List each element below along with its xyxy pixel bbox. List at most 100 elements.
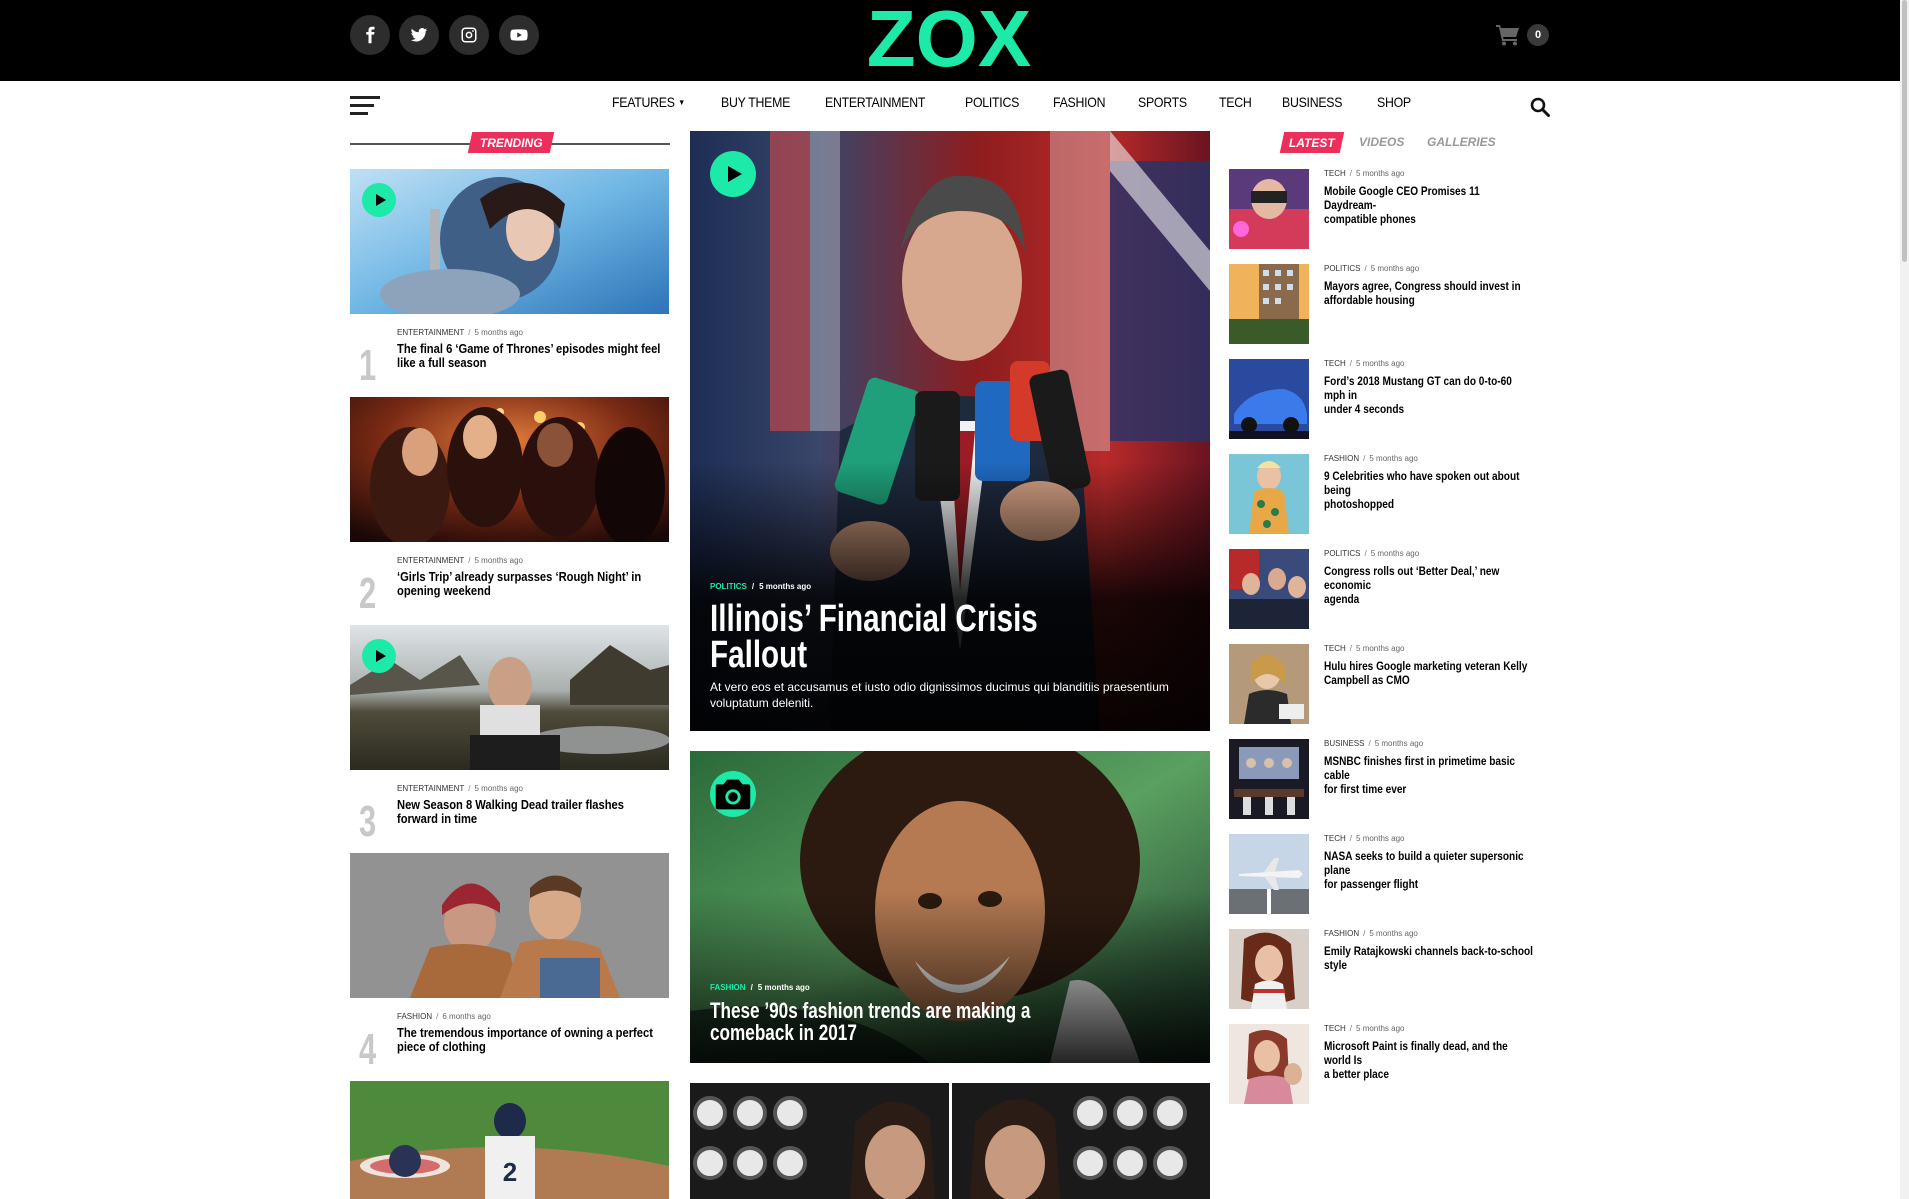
twitter-icon[interactable] xyxy=(399,15,439,55)
latest-meta: TECH/5 months ago xyxy=(1324,834,1405,843)
nav-buy-theme[interactable]: BUY THEME xyxy=(721,94,790,110)
latest-title[interactable]: Hulu hires Google marketing veteran Kell… xyxy=(1324,659,1534,687)
tab-galleries[interactable]: GALLERIES xyxy=(1427,135,1496,149)
nav-sports[interactable]: SPORTS xyxy=(1138,94,1187,110)
instagram-icon[interactable] xyxy=(449,15,489,55)
youtube-icon[interactable] xyxy=(499,15,539,55)
latest-title[interactable]: Congress rolls out ‘Better Deal,’ new ec… xyxy=(1324,564,1534,606)
timestamp: 6 months ago xyxy=(442,1012,491,1021)
latest-thumbnail[interactable] xyxy=(1229,454,1309,534)
feature-meta: FASHION/5 months ago xyxy=(710,983,810,992)
nav-tech[interactable]: TECH xyxy=(1219,94,1252,110)
trending-image-5[interactable]: 2 xyxy=(350,1081,669,1199)
featured-story-third[interactable] xyxy=(690,1083,1210,1199)
latest-thumbnail[interactable] xyxy=(1229,264,1309,344)
facebook-icon[interactable] xyxy=(350,15,390,55)
trending-meta: ENTERTAINMENT/5 months ago xyxy=(397,556,523,565)
latest-thumbnail[interactable] xyxy=(1229,739,1309,819)
nav-entertainment[interactable]: ENTERTAINMENT xyxy=(825,94,925,110)
trending-image-1[interactable] xyxy=(350,169,669,314)
feature-title[interactable]: Illinois’ Financial Crisis Fallout xyxy=(710,600,1194,674)
trending-title[interactable]: The final 6 ‘Game of Thrones’ episodes m… xyxy=(397,342,664,370)
timestamp: 5 months ago xyxy=(1356,644,1405,653)
latest-thumbnail[interactable] xyxy=(1229,359,1309,439)
trending-title[interactable]: ‘Girls Trip’ already surpasses ‘Rough Ni… xyxy=(397,570,664,598)
latest-title[interactable]: NASA seeks to build a quieter supersonic… xyxy=(1324,849,1534,891)
site-logo[interactable]: ZOX xyxy=(856,0,1042,78)
timestamp: 5 months ago xyxy=(757,983,810,992)
cart-icon[interactable] xyxy=(1496,24,1520,46)
latest-title[interactable]: Emily Ratajkowski channels back-to-schoo… xyxy=(1324,944,1534,972)
timestamp: 5 months ago xyxy=(1369,929,1418,938)
menu-hamburger-icon[interactable] xyxy=(350,96,380,116)
latest-thumbnail[interactable] xyxy=(1229,834,1309,914)
timestamp: 5 months ago xyxy=(474,784,523,793)
category-label[interactable]: FASHION xyxy=(710,983,746,992)
tab-videos[interactable]: VIDEOS xyxy=(1359,135,1404,149)
trending-image-4[interactable] xyxy=(350,853,669,998)
latest-title[interactable]: 9 Celebrities who have spoken out about … xyxy=(1324,469,1534,511)
category-label[interactable]: TECH xyxy=(1324,1024,1346,1033)
latest-thumbnail[interactable] xyxy=(1229,644,1309,724)
video-play-icon[interactable] xyxy=(362,639,396,673)
latest-meta: BUSINESS/5 months ago xyxy=(1324,739,1424,748)
nav-shop[interactable]: SHOP xyxy=(1377,94,1411,110)
video-play-icon[interactable] xyxy=(710,151,756,197)
category-label[interactable]: TECH xyxy=(1324,169,1346,178)
timestamp: 5 months ago xyxy=(1370,264,1420,273)
latest-title[interactable]: MSNBC finishes first in primetime basic … xyxy=(1324,754,1534,796)
category-label[interactable]: FASHION xyxy=(1324,454,1359,463)
nav-features[interactable]: FEATURES ▼ xyxy=(612,94,685,110)
trending-meta: FASHION/6 months ago xyxy=(397,1012,491,1021)
tab-latest[interactable]: LATEST xyxy=(1279,132,1345,153)
timestamp: 5 months ago xyxy=(1356,169,1405,178)
timestamp: 5 months ago xyxy=(759,582,812,591)
latest-title[interactable]: Mobile Google CEO Promises 11 Daydream-c… xyxy=(1324,184,1534,226)
category-label[interactable]: FASHION xyxy=(1324,929,1359,938)
timestamp: 5 months ago xyxy=(1369,454,1418,463)
category-label[interactable]: POLITICS xyxy=(710,582,747,591)
latest-title[interactable]: Mayors agree, Congress should invest in a… xyxy=(1324,279,1534,307)
category-label[interactable]: TECH xyxy=(1324,359,1346,368)
category-label[interactable]: ENTERTAINMENT xyxy=(397,328,464,337)
trending-title[interactable]: The tremendous importance of owning a pe… xyxy=(397,1026,664,1054)
search-icon[interactable] xyxy=(1530,97,1550,117)
latest-meta: TECH/5 months ago xyxy=(1324,169,1405,178)
trending-number: 4 xyxy=(359,1025,377,1074)
latest-meta: FASHION/5 months ago xyxy=(1324,929,1418,938)
main-nav: FEATURES ▼ BUY THEME ENTERTAINMENT POLITI… xyxy=(612,94,1441,110)
video-play-icon[interactable] xyxy=(362,183,396,217)
timestamp: 5 months ago xyxy=(1356,834,1405,843)
nav-politics[interactable]: POLITICS xyxy=(965,94,1019,110)
featured-story-main[interactable]: POLITICS/5 months ago Illinois’ Financia… xyxy=(690,131,1210,731)
latest-title[interactable]: Microsoft Paint is finally dead, and the… xyxy=(1324,1039,1534,1081)
timestamp: 5 months ago xyxy=(474,556,523,565)
latest-thumbnail[interactable] xyxy=(1229,929,1309,1009)
latest-thumbnail[interactable] xyxy=(1229,549,1309,629)
latest-thumbnail[interactable] xyxy=(1229,1024,1309,1104)
feature-title[interactable]: These ’90s fashion trends are making a c… xyxy=(710,1000,1147,1044)
category-label[interactable]: FASHION xyxy=(397,1012,432,1021)
trending-image-2[interactable] xyxy=(350,397,669,542)
category-label[interactable]: BUSINESS xyxy=(1324,739,1364,748)
category-label[interactable]: TECH xyxy=(1324,644,1346,653)
trending-image-3[interactable] xyxy=(350,625,669,770)
featured-story-second[interactable]: FASHION/5 months ago These ’90s fashion … xyxy=(690,751,1210,1063)
camera-icon[interactable] xyxy=(710,771,756,817)
category-label[interactable]: ENTERTAINMENT xyxy=(397,556,464,565)
category-label[interactable]: POLITICS xyxy=(1324,549,1360,558)
trending-heading: TRENDING xyxy=(467,132,555,153)
nav-business[interactable]: BUSINESS xyxy=(1282,94,1342,110)
category-label[interactable]: POLITICS xyxy=(1324,264,1360,273)
category-label[interactable]: ENTERTAINMENT xyxy=(397,784,464,793)
latest-meta: FASHION/5 months ago xyxy=(1324,454,1418,463)
trending-title[interactable]: New Season 8 Walking Dead trailer flashe… xyxy=(397,798,664,826)
nav-fashion[interactable]: FASHION xyxy=(1053,94,1106,110)
scrollbar-thumb[interactable] xyxy=(1902,0,1907,262)
trending-meta: ENTERTAINMENT/5 months ago xyxy=(397,328,523,337)
latest-meta: POLITICS/5 months ago xyxy=(1324,264,1420,273)
latest-meta: TECH/5 months ago xyxy=(1324,359,1405,368)
category-label[interactable]: TECH xyxy=(1324,834,1346,843)
latest-title[interactable]: Ford’s 2018 Mustang GT can do 0-to-60 mp… xyxy=(1324,374,1534,416)
latest-thumbnail[interactable] xyxy=(1229,169,1309,249)
